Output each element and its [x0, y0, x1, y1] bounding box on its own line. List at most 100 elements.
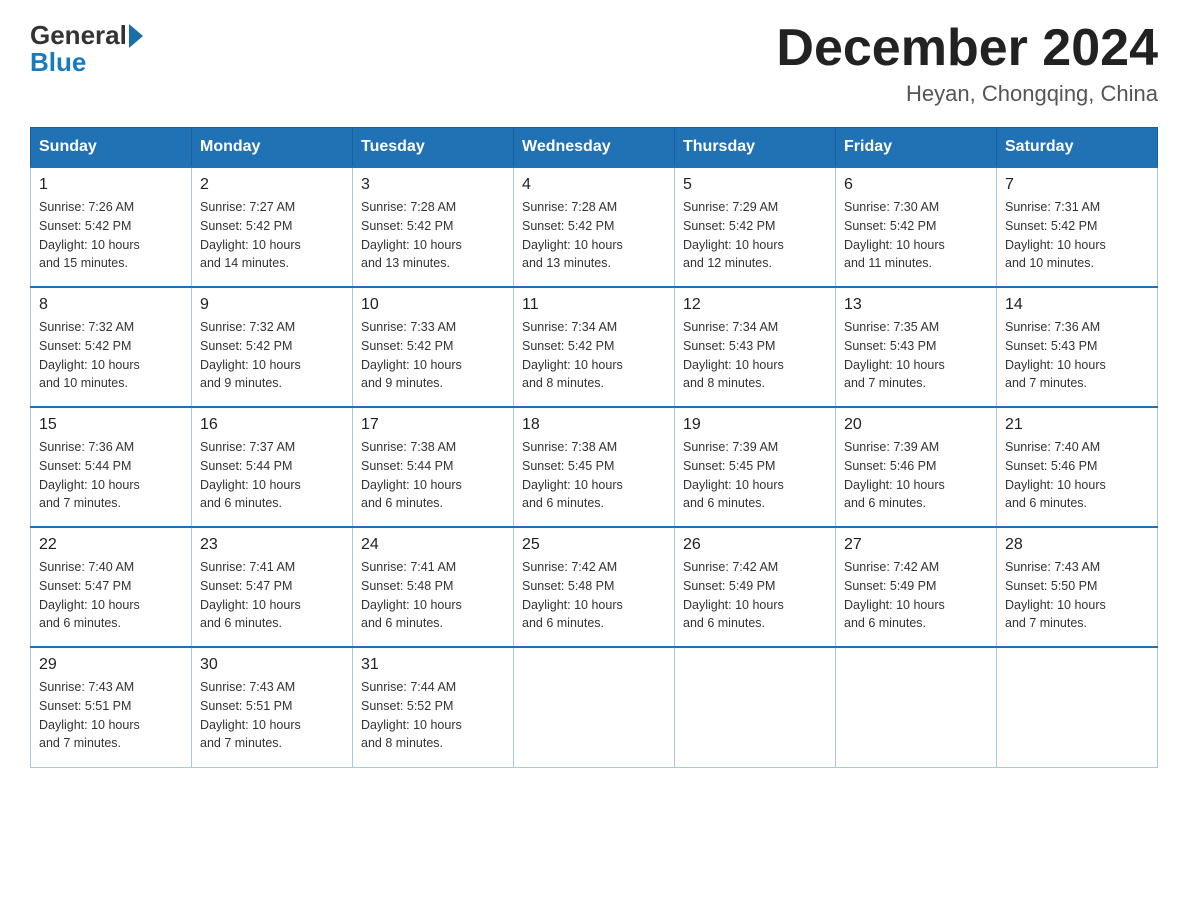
day-info: Sunrise: 7:40 AMSunset: 5:46 PMDaylight:… [1005, 438, 1149, 513]
day-number: 25 [522, 536, 666, 554]
calendar-day-cell: 8Sunrise: 7:32 AMSunset: 5:42 PMDaylight… [31, 287, 192, 407]
day-info: Sunrise: 7:43 AMSunset: 5:50 PMDaylight:… [1005, 558, 1149, 633]
calendar-week-1: 1 Sunrise: 7:26 AMSunset: 5:42 PMDaylight… [31, 167, 1158, 287]
col-header-thursday: Thursday [675, 128, 836, 168]
calendar-day-cell [997, 647, 1158, 767]
day-info: Sunrise: 7:36 AMSunset: 5:43 PMDaylight:… [1005, 318, 1149, 393]
col-header-tuesday: Tuesday [353, 128, 514, 168]
day-number: 13 [844, 296, 988, 314]
calendar-day-cell: 20 Sunrise: 7:39 AMSunset: 5:46 PMDayligh… [836, 407, 997, 527]
day-number: 30 [200, 656, 344, 674]
calendar-day-cell: 22Sunrise: 7:40 AMSunset: 5:47 PMDayligh… [31, 527, 192, 647]
day-number: 14 [1005, 296, 1149, 314]
day-number: 2 [200, 176, 344, 194]
calendar-day-cell: 6 Sunrise: 7:30 AMSunset: 5:42 PMDaylight… [836, 167, 997, 287]
day-info: Sunrise: 7:37 AMSunset: 5:44 PMDaylight:… [200, 438, 344, 513]
day-info: Sunrise: 7:41 AMSunset: 5:48 PMDaylight:… [361, 558, 505, 633]
calendar-day-cell: 31Sunrise: 7:44 AMSunset: 5:52 PMDayligh… [353, 647, 514, 767]
col-header-saturday: Saturday [997, 128, 1158, 168]
day-info: Sunrise: 7:28 AMSunset: 5:42 PMDaylight:… [522, 198, 666, 273]
day-number: 3 [361, 176, 505, 194]
day-info: Sunrise: 7:43 AMSunset: 5:51 PMDaylight:… [39, 678, 183, 753]
calendar-day-cell: 26 Sunrise: 7:42 AMSunset: 5:49 PMDayligh… [675, 527, 836, 647]
calendar-day-cell: 2 Sunrise: 7:27 AMSunset: 5:42 PMDaylight… [192, 167, 353, 287]
day-info: Sunrise: 7:38 AMSunset: 5:45 PMDaylight:… [522, 438, 666, 513]
day-info: Sunrise: 7:29 AMSunset: 5:42 PMDaylight:… [683, 198, 827, 273]
day-info: Sunrise: 7:26 AMSunset: 5:42 PMDaylight:… [39, 198, 183, 273]
day-number: 11 [522, 296, 666, 314]
calendar-day-cell: 14 Sunrise: 7:36 AMSunset: 5:43 PMDayligh… [997, 287, 1158, 407]
calendar-day-cell [836, 647, 997, 767]
logo-arrow-icon [129, 24, 143, 48]
calendar-day-cell: 25Sunrise: 7:42 AMSunset: 5:48 PMDayligh… [514, 527, 675, 647]
day-number: 6 [844, 176, 988, 194]
calendar-day-cell: 18Sunrise: 7:38 AMSunset: 5:45 PMDayligh… [514, 407, 675, 527]
calendar-day-cell: 11 Sunrise: 7:34 AMSunset: 5:42 PMDayligh… [514, 287, 675, 407]
day-info: Sunrise: 7:32 AMSunset: 5:42 PMDaylight:… [39, 318, 183, 393]
calendar-header-row: SundayMondayTuesdayWednesdayThursdayFrid… [31, 128, 1158, 168]
calendar-day-cell: 3Sunrise: 7:28 AMSunset: 5:42 PMDaylight… [353, 167, 514, 287]
calendar-day-cell: 17 Sunrise: 7:38 AMSunset: 5:44 PMDayligh… [353, 407, 514, 527]
day-info: Sunrise: 7:39 AMSunset: 5:45 PMDaylight:… [683, 438, 827, 513]
day-number: 27 [844, 536, 988, 554]
day-info: Sunrise: 7:30 AMSunset: 5:42 PMDaylight:… [844, 198, 988, 273]
day-number: 19 [683, 416, 827, 434]
calendar-day-cell: 24 Sunrise: 7:41 AMSunset: 5:48 PMDayligh… [353, 527, 514, 647]
day-info: Sunrise: 7:36 AMSunset: 5:44 PMDaylight:… [39, 438, 183, 513]
day-number: 17 [361, 416, 505, 434]
day-info: Sunrise: 7:41 AMSunset: 5:47 PMDaylight:… [200, 558, 344, 633]
day-number: 16 [200, 416, 344, 434]
day-number: 5 [683, 176, 827, 194]
calendar-day-cell: 12 Sunrise: 7:34 AMSunset: 5:43 PMDayligh… [675, 287, 836, 407]
day-number: 28 [1005, 536, 1149, 554]
calendar-day-cell: 15 Sunrise: 7:36 AMSunset: 5:44 PMDayligh… [31, 407, 192, 527]
day-info: Sunrise: 7:38 AMSunset: 5:44 PMDaylight:… [361, 438, 505, 513]
col-header-sunday: Sunday [31, 128, 192, 168]
col-header-monday: Monday [192, 128, 353, 168]
col-header-wednesday: Wednesday [514, 128, 675, 168]
calendar-day-cell: 28 Sunrise: 7:43 AMSunset: 5:50 PMDayligh… [997, 527, 1158, 647]
day-number: 15 [39, 416, 183, 434]
calendar-day-cell: 13Sunrise: 7:35 AMSunset: 5:43 PMDayligh… [836, 287, 997, 407]
calendar-day-cell: 21Sunrise: 7:40 AMSunset: 5:46 PMDayligh… [997, 407, 1158, 527]
calendar-day-cell: 16 Sunrise: 7:37 AMSunset: 5:44 PMDayligh… [192, 407, 353, 527]
day-number: 9 [200, 296, 344, 314]
day-number: 1 [39, 176, 183, 194]
calendar-day-cell: 5 Sunrise: 7:29 AMSunset: 5:42 PMDaylight… [675, 167, 836, 287]
day-number: 12 [683, 296, 827, 314]
day-info: Sunrise: 7:34 AMSunset: 5:43 PMDaylight:… [683, 318, 827, 393]
logo: General Blue [30, 20, 145, 78]
day-info: Sunrise: 7:40 AMSunset: 5:47 PMDaylight:… [39, 558, 183, 633]
calendar-day-cell [514, 647, 675, 767]
day-info: Sunrise: 7:42 AMSunset: 5:49 PMDaylight:… [683, 558, 827, 633]
day-number: 4 [522, 176, 666, 194]
day-info: Sunrise: 7:34 AMSunset: 5:42 PMDaylight:… [522, 318, 666, 393]
day-number: 24 [361, 536, 505, 554]
calendar-day-cell: 4 Sunrise: 7:28 AMSunset: 5:42 PMDaylight… [514, 167, 675, 287]
logo-blue-text: Blue [30, 47, 86, 78]
calendar-week-5: 29 Sunrise: 7:43 AMSunset: 5:51 PMDayligh… [31, 647, 1158, 767]
day-number: 29 [39, 656, 183, 674]
calendar-day-cell: 29 Sunrise: 7:43 AMSunset: 5:51 PMDayligh… [31, 647, 192, 767]
calendar-day-cell: 23Sunrise: 7:41 AMSunset: 5:47 PMDayligh… [192, 527, 353, 647]
calendar-day-cell: 10 Sunrise: 7:33 AMSunset: 5:42 PMDayligh… [353, 287, 514, 407]
page-header: General Blue December 2024 Heyan, Chongq… [30, 20, 1158, 107]
day-info: Sunrise: 7:31 AMSunset: 5:42 PMDaylight:… [1005, 198, 1149, 273]
day-number: 20 [844, 416, 988, 434]
day-info: Sunrise: 7:39 AMSunset: 5:46 PMDaylight:… [844, 438, 988, 513]
location-title: Heyan, Chongqing, China [776, 81, 1158, 107]
day-info: Sunrise: 7:44 AMSunset: 5:52 PMDaylight:… [361, 678, 505, 753]
day-info: Sunrise: 7:43 AMSunset: 5:51 PMDaylight:… [200, 678, 344, 753]
col-header-friday: Friday [836, 128, 997, 168]
day-info: Sunrise: 7:32 AMSunset: 5:42 PMDaylight:… [200, 318, 344, 393]
calendar-week-2: 8Sunrise: 7:32 AMSunset: 5:42 PMDaylight… [31, 287, 1158, 407]
day-number: 26 [683, 536, 827, 554]
day-number: 7 [1005, 176, 1149, 194]
day-number: 10 [361, 296, 505, 314]
day-info: Sunrise: 7:33 AMSunset: 5:42 PMDaylight:… [361, 318, 505, 393]
calendar-table: SundayMondayTuesdayWednesdayThursdayFrid… [30, 127, 1158, 768]
calendar-day-cell: 1 Sunrise: 7:26 AMSunset: 5:42 PMDaylight… [31, 167, 192, 287]
day-info: Sunrise: 7:27 AMSunset: 5:42 PMDaylight:… [200, 198, 344, 273]
calendar-day-cell: 19 Sunrise: 7:39 AMSunset: 5:45 PMDayligh… [675, 407, 836, 527]
calendar-day-cell [675, 647, 836, 767]
